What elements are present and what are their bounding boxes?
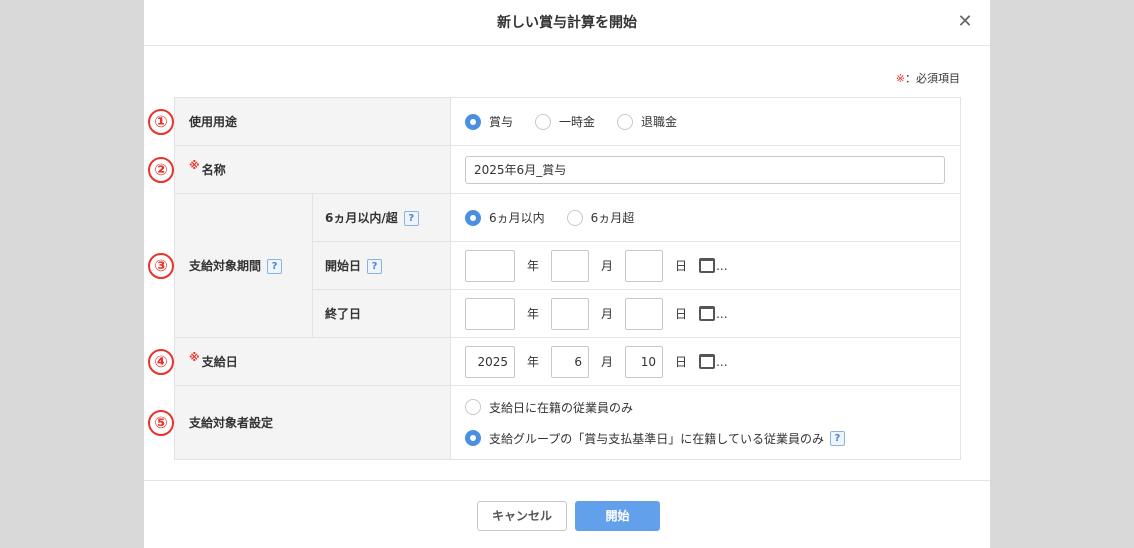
start-month-input[interactable] xyxy=(551,249,590,282)
cancel-button[interactable]: キャンセル xyxy=(477,501,567,531)
end-label: 終了日 xyxy=(325,307,362,321)
end-label-cell: 終了日 xyxy=(311,289,452,338)
start-label: 開始日 xyxy=(325,259,362,273)
row-name: ② ※ 名称 xyxy=(148,145,962,194)
radio-checked-icon[interactable] xyxy=(465,209,482,226)
target-label-cell: ⑤ 支給対象者設定 xyxy=(148,385,452,460)
radio-checked-icon[interactable] xyxy=(465,430,482,446)
radio-icon[interactable] xyxy=(465,399,482,415)
row-period-within: ③ 支給対象期間? 6ヵ月以内/超? 6ヵ月以内 6ヵ月超 xyxy=(148,193,962,338)
end-date-row: 年 月 日 ... xyxy=(465,297,960,330)
within-radio-group: 6ヵ月以内 6ヵ月超 xyxy=(465,209,960,226)
payday-month-input[interactable] xyxy=(551,345,590,378)
row-payday: ④ ※支給日 年 月 日 ... xyxy=(148,337,962,386)
help-icon[interactable]: ? xyxy=(829,430,845,446)
day-unit: 日 xyxy=(675,259,688,273)
calendar-icon[interactable] xyxy=(699,354,716,369)
close-icon[interactable]: ✕ xyxy=(954,11,976,33)
start-value-cell: 年 月 日 ... xyxy=(450,241,962,290)
period-label-cell: ③ 支給対象期間? xyxy=(148,193,313,338)
start-label-cell: 開始日? xyxy=(311,241,452,290)
period-label: 支給対象期間 xyxy=(189,259,262,273)
usage-option-retirement[interactable]: 退職金 xyxy=(617,113,677,130)
end-year-input[interactable] xyxy=(465,297,516,330)
row-target: ⑤ 支給対象者設定 支給日に在籍の従業員のみ 支給グループの「賞与支払基準日」に… xyxy=(148,385,962,460)
usage-option-lump-sum[interactable]: 一時金 xyxy=(535,113,595,130)
month-unit: 月 xyxy=(601,307,614,321)
form-table: ① 使用用途 賞与 一時金 退職金 ② ※名称 ③ xyxy=(148,97,962,460)
step-badge-3: ③ xyxy=(148,252,174,279)
payday-year-input[interactable] xyxy=(465,345,516,378)
name-input[interactable] xyxy=(465,155,946,184)
start-year-input[interactable] xyxy=(465,249,516,282)
day-unit: 日 xyxy=(675,307,688,321)
name-label: 名称 xyxy=(201,163,226,177)
start-button[interactable]: 開始 xyxy=(575,501,660,531)
ellipsis: ... xyxy=(716,258,728,273)
year-unit: 年 xyxy=(527,259,540,273)
usage-option-bonus[interactable]: 賞与 xyxy=(465,113,513,130)
name-label-cell: ② ※ 名称 xyxy=(148,145,452,194)
target-label: 支給対象者設定 xyxy=(189,416,274,430)
step-badge-5: ⑤ xyxy=(148,409,174,436)
usage-label: 使用用途 xyxy=(189,115,238,129)
payday-date-row: 年 月 日 ... xyxy=(465,345,960,378)
help-icon[interactable]: ? xyxy=(267,259,283,274)
step-badge-4: ④ xyxy=(148,348,174,375)
within-option-6m-over[interactable]: 6ヵ月超 xyxy=(566,209,634,226)
usage-radio-group: 賞与 一時金 退職金 xyxy=(465,113,960,130)
within-label-cell: 6ヵ月以内/超? xyxy=(311,193,452,242)
end-month-input[interactable] xyxy=(551,297,590,330)
ellipsis: ... xyxy=(716,354,728,369)
start-date-row: 年 月 日 ... xyxy=(465,249,960,282)
payday-label: 支給日 xyxy=(201,355,238,369)
start-day-input[interactable] xyxy=(625,249,664,282)
dialog-title: 新しい賞与計算を開始 xyxy=(497,15,637,31)
required-mark: ※ xyxy=(895,72,905,85)
month-unit: 月 xyxy=(601,259,614,273)
target-value-cell: 支給日に在籍の従業員のみ 支給グループの「賞与支払基準日」に在籍している従業員の… xyxy=(450,385,962,460)
required-note-text: ：必須項目 xyxy=(905,72,960,85)
dialog-header: 新しい賞与計算を開始 ✕ xyxy=(144,0,990,46)
calendar-icon[interactable] xyxy=(699,306,716,321)
required-asterisk: ※ xyxy=(189,159,200,172)
ellipsis: ... xyxy=(716,306,728,321)
help-icon[interactable]: ? xyxy=(367,259,383,274)
row-usage: ① 使用用途 賞与 一時金 退職金 xyxy=(148,97,962,146)
end-value-cell: 年 月 日 ... xyxy=(450,289,962,338)
radio-icon[interactable] xyxy=(617,113,634,130)
help-icon[interactable]: ? xyxy=(403,211,419,226)
month-unit: 月 xyxy=(601,355,614,369)
year-unit: 年 xyxy=(527,307,540,321)
payday-label-cell: ④ ※ 支給日 xyxy=(148,337,452,386)
required-asterisk: ※ xyxy=(189,351,200,364)
step-badge-1: ① xyxy=(148,108,174,135)
radio-icon[interactable] xyxy=(566,209,583,226)
name-value-cell xyxy=(450,145,962,194)
within-value-cell: 6ヵ月以内 6ヵ月超 xyxy=(450,193,962,242)
target-option-payday-employees[interactable]: 支給日に在籍の従業員のみ xyxy=(465,399,960,416)
target-radio-group: 支給日に在籍の従業員のみ 支給グループの「賞与支払基準日」に在籍している従業員の… xyxy=(465,392,960,454)
radio-checked-icon[interactable] xyxy=(465,113,482,130)
end-day-input[interactable] xyxy=(625,297,664,330)
step-badge-2: ② xyxy=(148,156,174,183)
day-unit: 日 xyxy=(675,355,688,369)
usage-value-cell: 賞与 一時金 退職金 xyxy=(450,97,962,146)
new-bonus-dialog: 新しい賞与計算を開始 ✕ ※：必須項目 ① 使用用途 賞与 一時金 退職金 ② … xyxy=(144,0,990,548)
calendar-icon[interactable] xyxy=(699,258,716,273)
footer-divider xyxy=(144,480,990,481)
within-label: 6ヵ月以内/超 xyxy=(325,211,398,225)
year-unit: 年 xyxy=(527,355,540,369)
target-option-group-base-date[interactable]: 支給グループの「賞与支払基準日」に在籍している従業員のみ? xyxy=(465,430,960,447)
usage-label-cell: ① 使用用途 xyxy=(148,97,452,146)
radio-icon[interactable] xyxy=(535,113,552,130)
payday-day-input[interactable] xyxy=(625,345,664,378)
payday-value-cell: 年 月 日 ... xyxy=(450,337,962,386)
required-note: ※：必須項目 xyxy=(896,70,960,86)
within-option-6m-within[interactable]: 6ヵ月以内 xyxy=(465,209,545,226)
